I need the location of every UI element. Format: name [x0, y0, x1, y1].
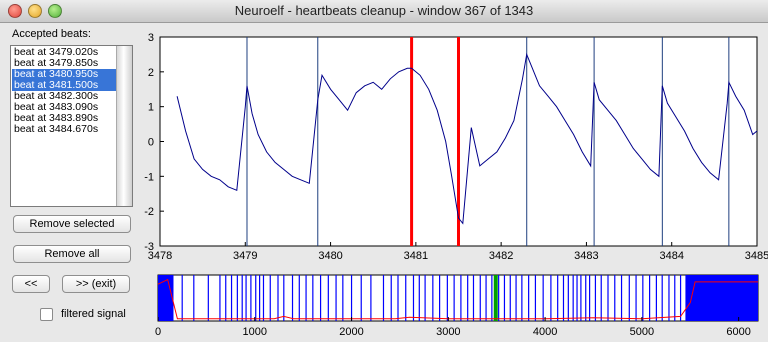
y-tick-label: -3: [144, 241, 154, 253]
heartbeat-signal-chart[interactable]: 3478 3479 3480 3481 3482 3483 3484 34853210-1-2…: [130, 30, 768, 270]
y-tick-label: -1: [144, 171, 154, 183]
y-tick-label: 2: [148, 67, 154, 79]
overview-x-tick-label: 0: [155, 326, 161, 338]
y-tick-label: 1: [148, 102, 154, 114]
beat-list-item[interactable]: beat at 3484.670s: [12, 124, 116, 135]
overview-x-tick-label: 4000: [533, 326, 557, 338]
window-title: Neuroelf - heartbeats cleanup - window 3…: [234, 3, 534, 18]
x-tick-label: 3482: [489, 250, 513, 262]
accepted-beats-label: Accepted beats:: [12, 28, 91, 40]
x-tick-label: 3484: [659, 250, 683, 262]
neuroelf-window: Neuroelf - heartbeats cleanup - window 3…: [0, 0, 768, 342]
y-tick-label: 3: [148, 32, 154, 44]
remove-selected-button[interactable]: Remove selected: [13, 215, 131, 233]
overview-x-tick-label: 1000: [243, 326, 267, 338]
x-tick-label: 3481: [404, 250, 428, 262]
overview-chart[interactable]: 0 1000 2000 3000 4000 5000 6000: [130, 270, 768, 342]
next-exit-button[interactable]: >> (exit): [62, 275, 130, 293]
overview-beat-block: [158, 275, 174, 321]
current-window-marker[interactable]: [493, 275, 498, 321]
beat-items: beat at 3479.020s beat at 3479.850s beat…: [12, 47, 116, 135]
title-bar: Neuroelf - heartbeats cleanup - window 3…: [0, 0, 768, 23]
x-tick-label: 3485: [745, 250, 768, 262]
accepted-beats-list[interactable]: beat at 3479.020s beat at 3479.850s beat…: [10, 45, 133, 207]
y-tick-label: -2: [144, 206, 154, 218]
x-tick-label: 3483: [574, 250, 598, 262]
overview-x-tick-label: 3000: [436, 326, 460, 338]
overview-plot-area: [157, 274, 759, 322]
overview-x-tick-label: 6000: [726, 326, 750, 338]
previous-window-button[interactable]: <<: [12, 275, 50, 293]
overview-x-tick-label: 2000: [339, 326, 363, 338]
x-tick-label: 3480: [318, 250, 342, 262]
filtered-signal-label: filtered signal: [61, 308, 126, 320]
x-tick-label: 3479: [233, 250, 257, 262]
overview-x-tick-label: 5000: [630, 326, 654, 338]
filtered-signal-checkbox[interactable]: [40, 308, 53, 321]
remove-all-button[interactable]: Remove all: [13, 245, 131, 263]
y-tick-label: 0: [148, 137, 154, 149]
